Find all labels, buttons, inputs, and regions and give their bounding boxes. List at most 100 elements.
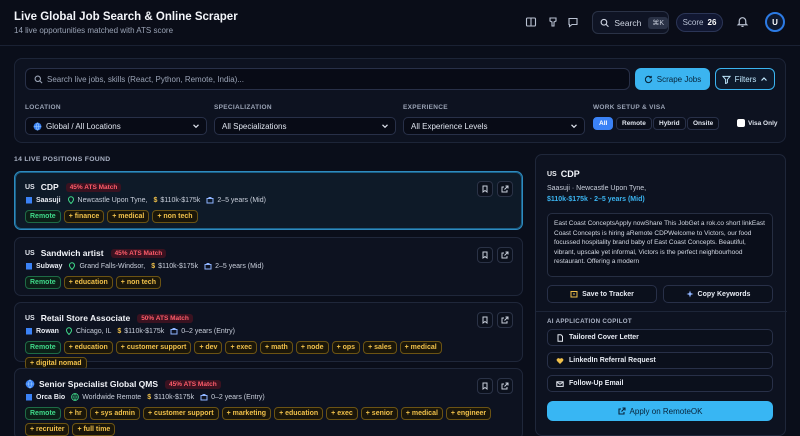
score-badge[interactable]: Score 26 [676,13,723,32]
external-link-icon [501,382,509,390]
chevron-up-icon [761,77,768,81]
visa-only-checkbox[interactable] [737,119,745,127]
setup-option-remote[interactable]: Remote [616,117,652,130]
copy-keywords-button[interactable]: Copy Keywords [663,285,773,303]
tag: + education [63,276,113,289]
experience-value: All Experience Levels [411,121,488,131]
job-title: Senior Specialist Global QMS [39,379,159,389]
heart-icon [556,357,564,364]
app-title: Live Global Job Search & Online Scraper [14,11,238,23]
company-name: Saasuji [36,196,61,204]
building-icon [26,328,32,335]
score-label: Score [682,18,704,27]
company-name: Rowan [36,327,59,335]
open-external-button[interactable] [497,312,513,328]
tag: + medical [399,341,442,354]
tag-list: Remote + finance + medical + non tech [25,210,495,223]
job-location: Newcastle Upon Tyne, [77,196,148,204]
open-external-button[interactable] [497,378,513,394]
external-link-icon [617,407,626,415]
briefcase-icon [206,197,214,204]
open-external-button[interactable] [497,181,513,197]
scrape-jobs-label: Scrape Jobs [656,74,702,84]
bookmark-button[interactable] [477,378,493,394]
open-external-button[interactable] [497,247,513,263]
external-link-icon [501,316,509,324]
score-value: 26 [707,18,717,27]
bookmark-icon [482,185,488,193]
document-icon [557,333,563,342]
tag-list: Remote + education + customer support + … [25,341,495,370]
filters-button[interactable]: Filters [715,68,775,90]
job-title: Retail Store Associate [40,313,131,323]
tag-list: Remote + hr + sys admin + customer suppo… [25,407,495,436]
dollar-icon: $ [117,327,122,335]
bookmark-button[interactable] [477,247,493,263]
job-search-input[interactable]: Search live jobs, skills (React, Python,… [25,68,630,90]
bookmark-button[interactable] [477,181,493,197]
chat-icon[interactable] [566,15,580,29]
chevron-down-icon [571,124,577,129]
job-salary: $110k-$175k [160,196,201,204]
specialization-select[interactable]: All Specializations [214,117,396,135]
tag: Remote [25,210,61,223]
detail-description: East Coast ConceptsApply nowShare This J… [547,213,773,277]
search-shortcut: ⌘K [648,16,668,29]
filters-label: Filters [734,74,757,84]
scrape-jobs-button[interactable]: Scrape Jobs [635,68,710,90]
tag: Remote [25,276,61,289]
chevron-down-icon [193,124,199,129]
linkedin-referral-button[interactable]: LinkedIn Referral Request [547,352,773,369]
github-icon[interactable] [546,15,560,29]
detail-salary-experience: $110k-$175k · 2–5 years (Mid) [547,196,645,203]
tag: + finance [63,210,105,223]
apply-button[interactable]: Apply on RemoteOK [547,401,773,421]
setup-option-all[interactable]: All [593,117,614,130]
filter-icon [721,75,731,84]
search-button[interactable]: Search ⌘K [592,11,669,34]
visa-only-label: Visa Only [748,119,778,127]
location-pin-icon [65,327,72,335]
bookmark-button[interactable] [477,312,493,328]
job-experience: 0–2 years (Entry) [181,327,235,335]
job-experience: 2–5 years (Mid) [215,262,264,270]
search-icon [34,75,43,83]
follow-up-email-label: Follow-Up Email [569,380,624,387]
company-name: Subway [36,262,63,270]
book-icon[interactable] [524,15,538,29]
sparkle-icon [686,290,694,298]
location-select[interactable]: Global / All Locations [25,117,207,135]
tag: + medical [400,407,443,420]
globe-icon [25,379,35,389]
dollar-icon: $ [153,196,158,204]
job-card[interactable]: US CDP 45% ATS Match Saasuji Newcastle U… [14,171,523,230]
job-salary: $110k-$175k [124,327,165,335]
job-location: Chicago, IL [75,327,112,335]
job-card[interactable]: Senior Specialist Global QMS 45% ATS Mat… [14,368,523,436]
save-to-tracker-button[interactable]: Save to Tracker [547,285,657,303]
tag: + education [274,407,324,420]
chevron-down-icon [382,124,388,129]
tag: + customer support [115,341,192,354]
setup-option-onsite[interactable]: Onsite [687,117,720,130]
tag: + education [63,341,113,354]
job-experience: 0–2 years (Entry) [211,393,265,401]
search-icon [600,18,609,27]
country-code: US [25,183,35,191]
experience-select[interactable]: All Experience Levels [403,117,585,135]
follow-up-email-button[interactable]: Follow-Up Email [547,375,773,392]
setup-option-hybrid[interactable]: Hybrid [653,117,686,130]
visa-only-toggle[interactable]: Visa Only [737,119,778,127]
job-card[interactable]: US Sandwich artist 45% ATS Match Subway … [14,237,523,296]
tag: + non tech [115,276,161,289]
location-pin-icon [67,196,74,204]
job-search-placeholder: Search live jobs, skills (React, Python,… [47,74,244,84]
bell-icon[interactable] [736,15,750,29]
tag: + non tech [152,210,198,223]
job-card[interactable]: US Retail Store Associate 50% ATS Match … [14,302,523,370]
cover-letter-button[interactable]: Tailored Cover Letter [547,329,773,346]
external-link-icon [501,185,509,193]
globe-icon [71,393,80,401]
avatar[interactable]: U [765,12,785,32]
job-title: CDP [40,182,59,192]
